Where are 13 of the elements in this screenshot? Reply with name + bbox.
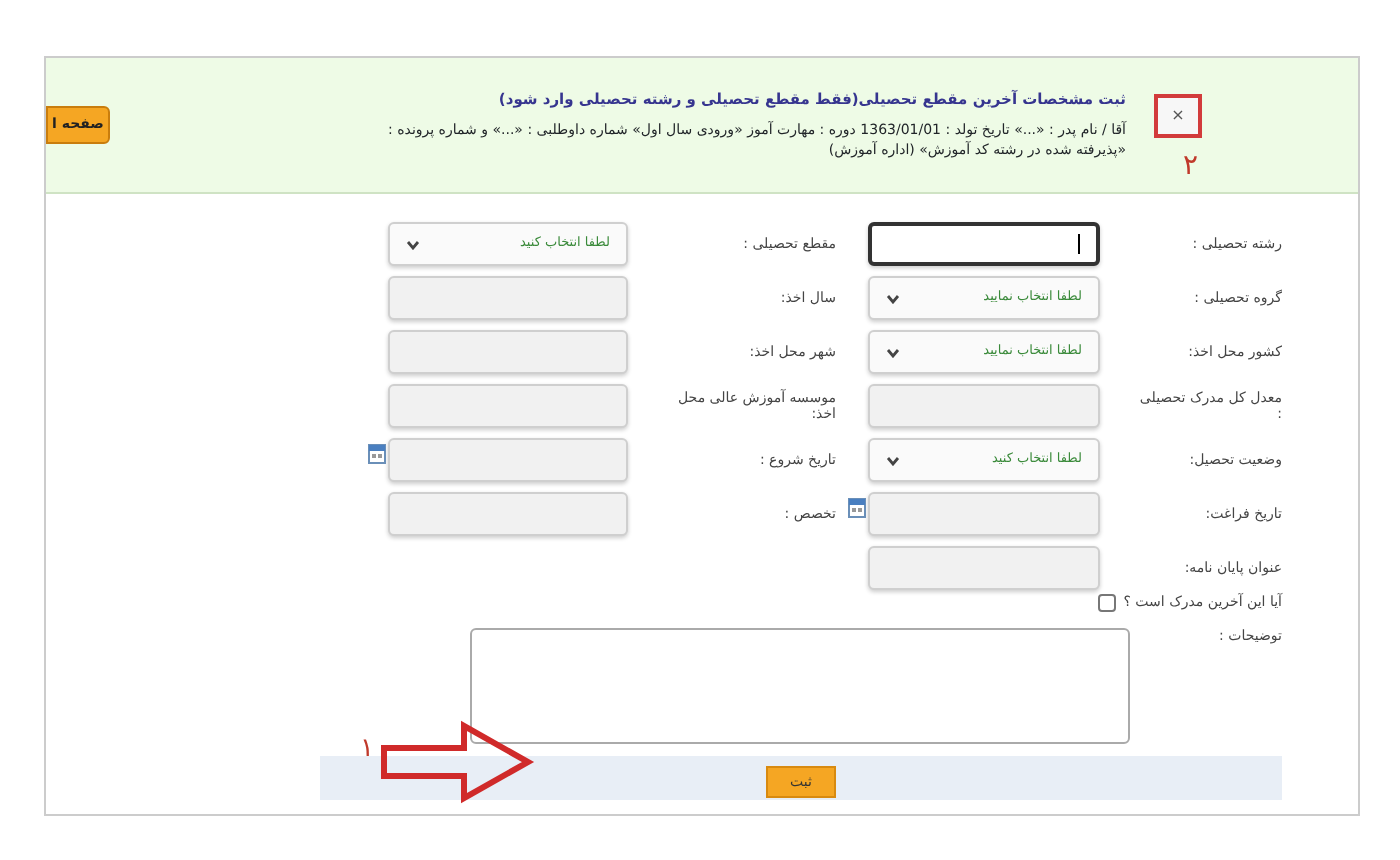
caret-icon	[886, 455, 900, 465]
caret-icon	[886, 293, 900, 303]
caret-icon	[886, 347, 900, 357]
annotation-number: ۲	[1182, 148, 1198, 186]
calendar-icon[interactable]	[848, 498, 866, 518]
checkbox[interactable]	[1097, 594, 1116, 612]
caret-icon	[406, 239, 420, 249]
text-field[interactable]	[868, 222, 1100, 266]
calendar-icon[interactable]	[368, 444, 386, 464]
notes-textarea[interactable]	[469, 628, 1130, 744]
text-cursor	[1078, 234, 1080, 254]
annotation-number: ۱	[360, 732, 374, 768]
highlighted-button[interactable]: ×	[1154, 94, 1202, 138]
